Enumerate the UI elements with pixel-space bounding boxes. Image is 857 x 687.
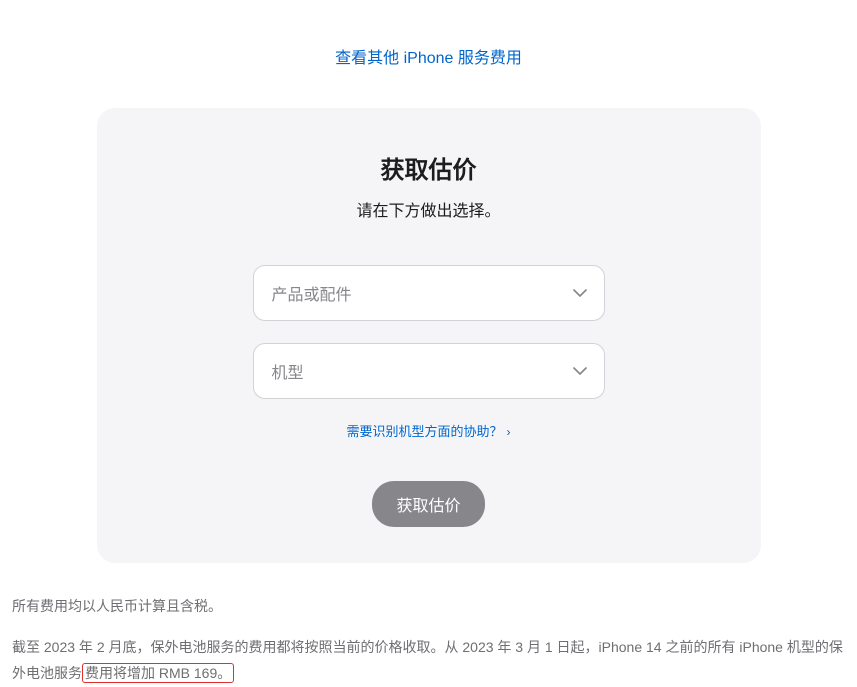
model-select-wrapper: 机型 (253, 343, 605, 399)
model-select-placeholder: 机型 (272, 359, 304, 383)
top-link-wrapper: 查看其他 iPhone 服务费用 (0, 0, 857, 88)
model-select[interactable]: 机型 (253, 343, 605, 399)
product-select-placeholder: 产品或配件 (272, 281, 352, 305)
footer-text: 所有费用均以人民币计算且含税。 截至 2023 年 2 月底，保外电池服务的费用… (0, 563, 857, 687)
chevron-right-icon: › (507, 425, 511, 439)
help-link-wrapper: 需要识别机型方面的协助？ › (137, 421, 721, 441)
footer-line-2: 截至 2023 年 2 月底，保外电池服务的费用都将按照当前的价格收取。从 20… (12, 634, 845, 687)
footer-line-1: 所有费用均以人民币计算且含税。 (12, 593, 845, 620)
product-select-wrapper: 产品或配件 (253, 265, 605, 321)
card-subtitle: 请在下方做出选择。 (137, 197, 721, 221)
card-title: 获取估价 (137, 150, 721, 185)
get-estimate-button[interactable]: 获取估价 (372, 481, 484, 527)
help-link-text: 需要识别机型方面的协助？ (346, 424, 502, 439)
identify-model-help-link[interactable]: 需要识别机型方面的协助？ › (346, 424, 510, 439)
highlighted-price-change: 费用将增加 RMB 169。 (82, 663, 234, 683)
estimate-card: 获取估价 请在下方做出选择。 产品或配件 机型 需要识别机型方面的协助？ › 获取… (97, 108, 761, 563)
other-services-link[interactable]: 查看其他 iPhone 服务费用 (335, 50, 522, 67)
product-select[interactable]: 产品或配件 (253, 265, 605, 321)
